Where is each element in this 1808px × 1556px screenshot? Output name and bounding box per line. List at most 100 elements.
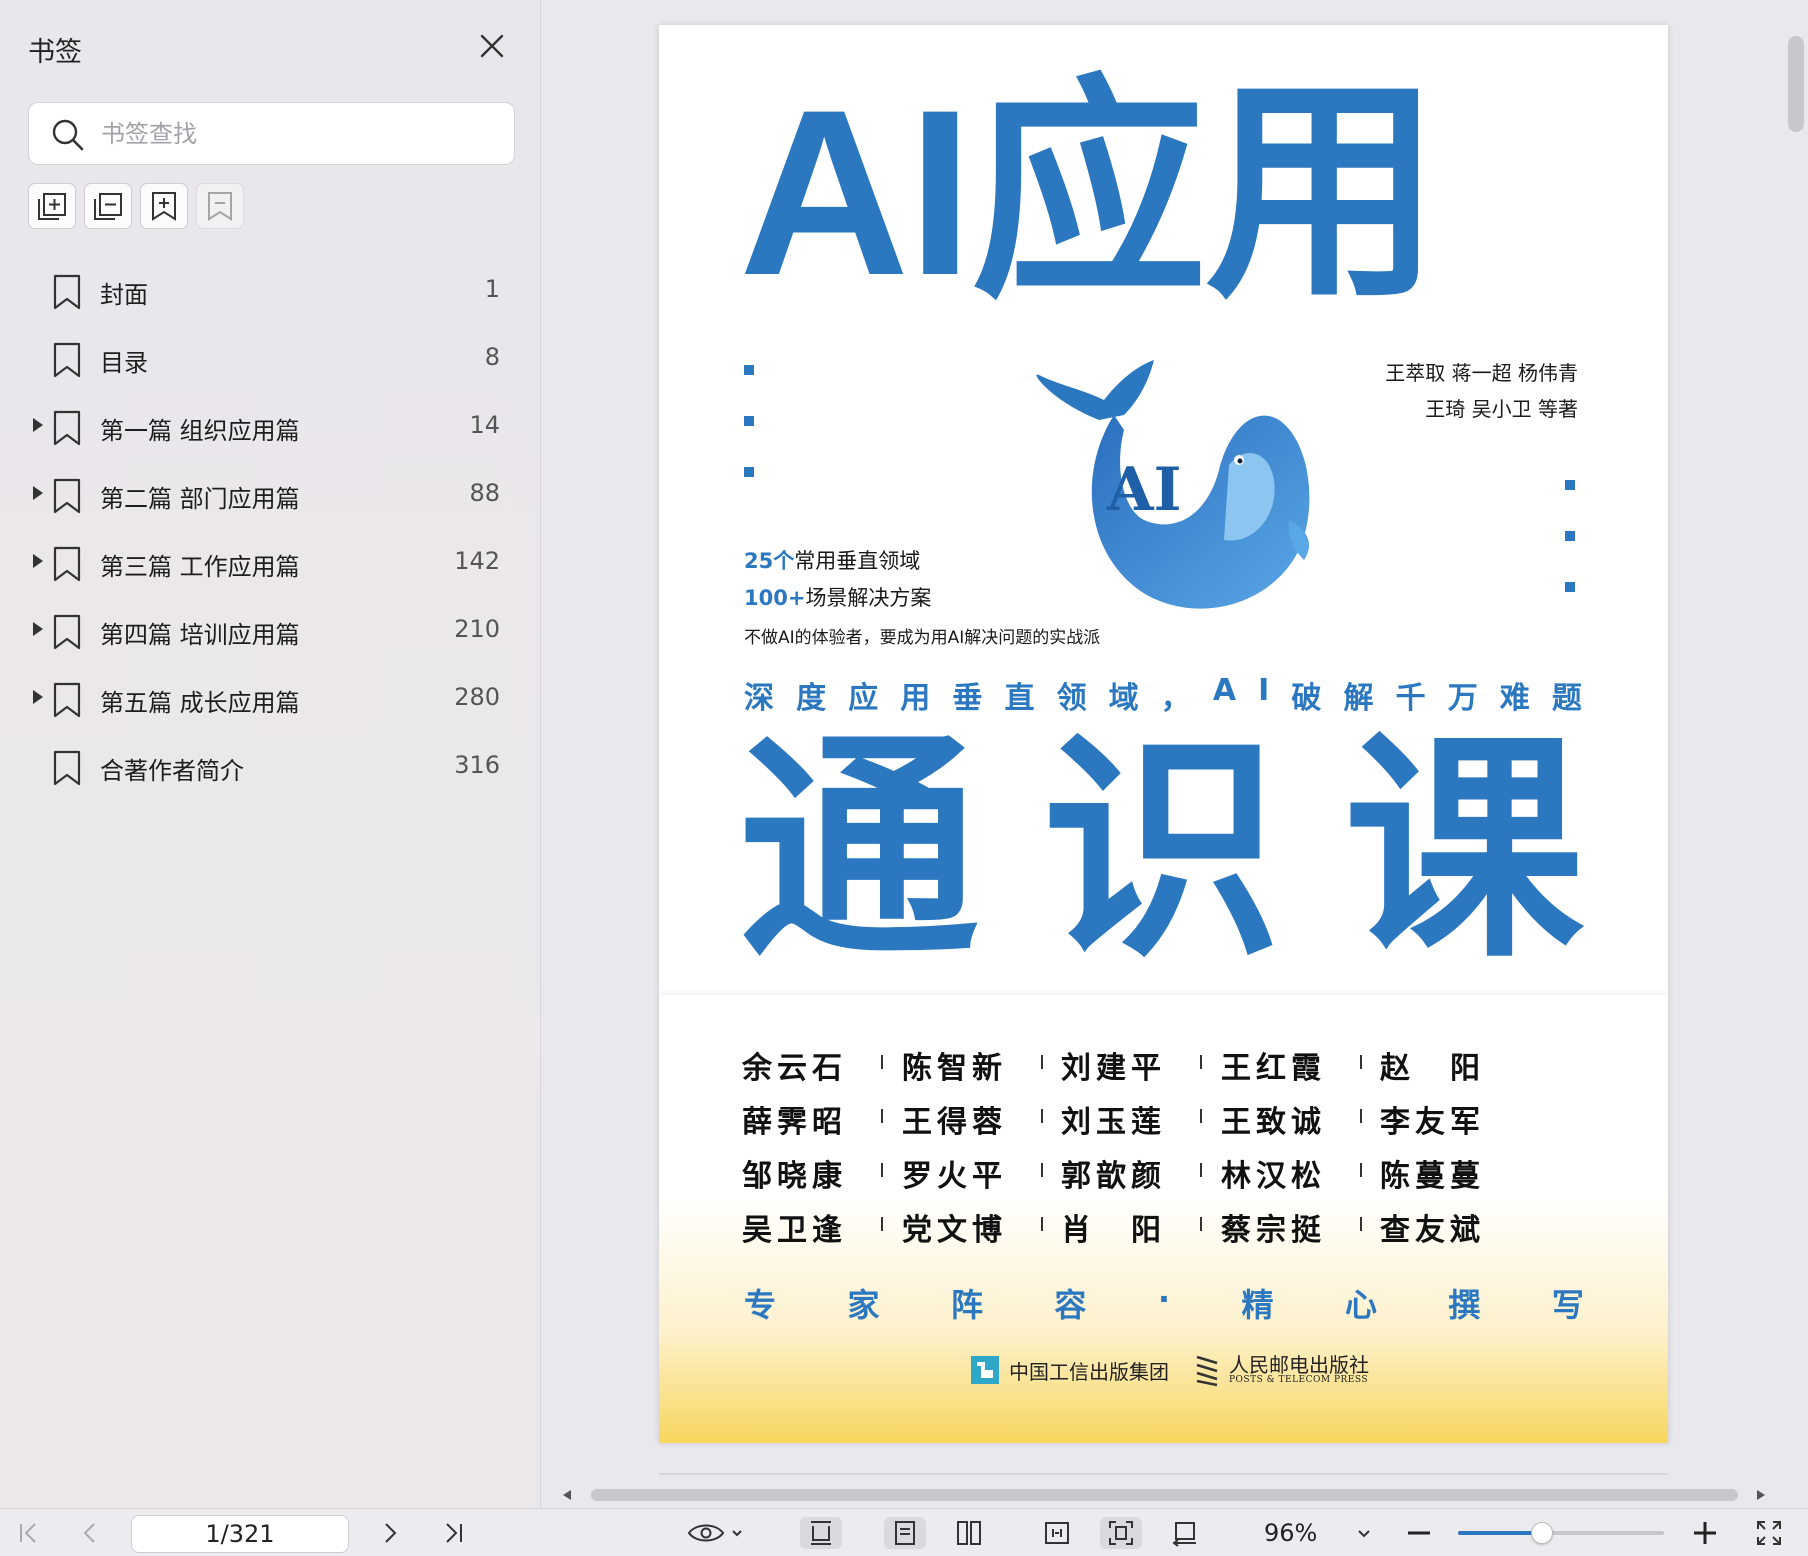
bookmark-page: 142 — [454, 547, 500, 575]
bookmark-page: 8 — [484, 343, 500, 371]
fullscreen-icon — [1757, 1521, 1781, 1545]
bookmark-icon — [53, 342, 81, 378]
horizontal-scroll-thumb[interactable] — [591, 1489, 1738, 1501]
expert-name: 郭歆颜 — [1061, 1159, 1166, 1194]
delete-bookmark-button[interactable] — [196, 183, 244, 229]
rotate-page-button[interactable] — [1164, 1517, 1206, 1549]
bookmark-item[interactable]: 目录 8 — [0, 331, 540, 389]
slogan-char: 撰 — [1448, 1286, 1481, 1324]
tagline-char: 破 — [1291, 681, 1322, 716]
search-input[interactable] — [101, 113, 491, 155]
zoom-level[interactable]: 96% — [1264, 1519, 1317, 1547]
last-page-button[interactable] — [438, 1517, 470, 1549]
zoom-dropdown[interactable] — [1352, 1517, 1376, 1549]
authors-line-1: 王萃取 蒋一超 杨伟青 — [1385, 361, 1578, 385]
expand-all-button[interactable] — [28, 183, 76, 229]
slogan-char: 写 — [1551, 1286, 1584, 1324]
bookmark-label: 目录 — [100, 349, 148, 377]
decor-dot — [1565, 582, 1575, 592]
horizontal-scrollbar[interactable] — [541, 1482, 1808, 1508]
expand-caret-icon[interactable] — [33, 486, 43, 500]
eye-icon — [687, 1524, 742, 1542]
next-page-button[interactable] — [374, 1517, 406, 1549]
cover-subtitle-2: 100+场景解决方案 — [744, 586, 932, 610]
expert-name: 王红霞 — [1221, 1051, 1326, 1086]
scroll-left-arrow-icon[interactable] — [563, 1490, 571, 1500]
continuous-scroll-button[interactable] — [800, 1517, 842, 1549]
expert-name: 邹晓康 — [742, 1159, 847, 1194]
cover-slogan: 专 家 阵 容 · 精 心 撰 写 — [744, 1280, 1584, 1326]
last-page-icon — [446, 1523, 462, 1543]
document-viewer[interactable]: AI应用 王萃取 蒋一超 杨伟青 王琦 吴小卫 等著 AI 25个常用垂直领域 … — [541, 0, 1808, 1508]
bookmark-page: 280 — [454, 683, 500, 711]
fullscreen-button[interactable] — [1752, 1517, 1786, 1549]
bookmark-icon — [53, 410, 81, 446]
bookmark-item[interactable]: 第五篇 成长应用篇 280 — [0, 671, 540, 729]
expert-separator — [1360, 1217, 1362, 1231]
bookmark-item[interactable]: 第四篇 培训应用篇 210 — [0, 603, 540, 661]
bookmark-page: 14 — [469, 411, 500, 439]
expand-caret-icon[interactable] — [33, 690, 43, 704]
fit-width-button[interactable] — [1036, 1517, 1078, 1549]
decor-dot — [1565, 480, 1575, 490]
single-page-button[interactable] — [884, 1517, 926, 1549]
bookmark-item[interactable]: 第一篇 组织应用篇 14 — [0, 399, 540, 457]
slogan-char: 心 — [1344, 1286, 1377, 1324]
fit-page-button[interactable] — [1100, 1517, 1142, 1549]
expert-separator — [1360, 1055, 1362, 1069]
bookmark-item[interactable]: 第三篇 工作应用篇 142 — [0, 535, 540, 593]
add-bookmark-button[interactable] — [140, 183, 188, 229]
vertical-scroll-thumb[interactable] — [1788, 36, 1804, 132]
bottom-toolbar: 96% — [0, 1508, 1808, 1556]
bookmark-label: 第二篇 部门应用篇 — [100, 485, 300, 513]
first-page-button[interactable] — [12, 1517, 44, 1549]
close-icon[interactable] — [476, 30, 508, 62]
vertical-scrollbar[interactable] — [1782, 0, 1808, 1508]
expand-caret-icon[interactable] — [33, 554, 43, 568]
zoom-in-button[interactable] — [1688, 1517, 1722, 1549]
slogan-char: 阵 — [950, 1286, 983, 1324]
bookmark-search[interactable] — [28, 102, 515, 165]
two-page-button[interactable] — [948, 1517, 990, 1549]
publishers: 中国工信出版集团 人民邮电出版社 POSTS & TELECOM PRESS — [969, 1350, 1369, 1390]
zoom-slider[interactable] — [1458, 1522, 1664, 1544]
slogan-char: 家 — [847, 1286, 880, 1324]
slogan-char: · — [1157, 1280, 1171, 1318]
expert-name: 余云石 — [742, 1051, 847, 1086]
expert-name: 罗火平 — [902, 1159, 1007, 1194]
expert-separator — [1200, 1217, 1202, 1231]
page-number-field[interactable] — [131, 1515, 349, 1553]
expand-caret-icon[interactable] — [33, 418, 43, 432]
bookmark-label: 封面 — [100, 281, 148, 309]
collapse-all-button[interactable] — [84, 183, 132, 229]
cover-title-bottom: 通识课 — [739, 730, 1584, 970]
previous-page-button[interactable] — [74, 1517, 106, 1549]
zoom-slider-knob[interactable] — [1531, 1522, 1554, 1544]
chevron-left-icon — [83, 1523, 95, 1543]
view-mode-dropdown[interactable] — [686, 1517, 746, 1549]
decor-dot — [744, 365, 754, 375]
slogan-char: 专 — [744, 1286, 777, 1324]
scroll-right-arrow-icon[interactable] — [1757, 1490, 1765, 1500]
cover-title-top: AI应用 — [739, 61, 1441, 325]
expert-separator — [881, 1217, 883, 1231]
decor-dot — [1565, 531, 1575, 541]
bookmark-item[interactable]: 第二篇 部门应用篇 88 — [0, 467, 540, 525]
bookmark-page: 316 — [454, 751, 500, 779]
expert-separator — [1200, 1055, 1202, 1069]
publisher-2: 人民邮电出版社 POSTS & TELECOM PRESS — [1193, 1353, 1369, 1387]
expert-name: 肖 阳 — [1061, 1213, 1166, 1248]
expert-name: 赵 阳 — [1380, 1051, 1485, 1086]
expert-separator — [1041, 1109, 1043, 1123]
expand-caret-icon[interactable] — [33, 622, 43, 636]
expert-separator — [881, 1163, 883, 1177]
decor-dot — [744, 416, 754, 426]
zoom-out-button[interactable] — [1402, 1517, 1436, 1549]
expert-name: 林汉松 — [1221, 1159, 1326, 1194]
expert-name: 王得蓉 — [902, 1105, 1007, 1140]
expert-name: 刘玉莲 — [1061, 1105, 1166, 1140]
bookmark-item[interactable]: 合著作者简介 316 — [0, 739, 540, 797]
slogan-char: 容 — [1054, 1286, 1087, 1324]
bookmark-item[interactable]: 封面 1 — [0, 263, 540, 321]
bookmark-icon — [53, 478, 81, 514]
